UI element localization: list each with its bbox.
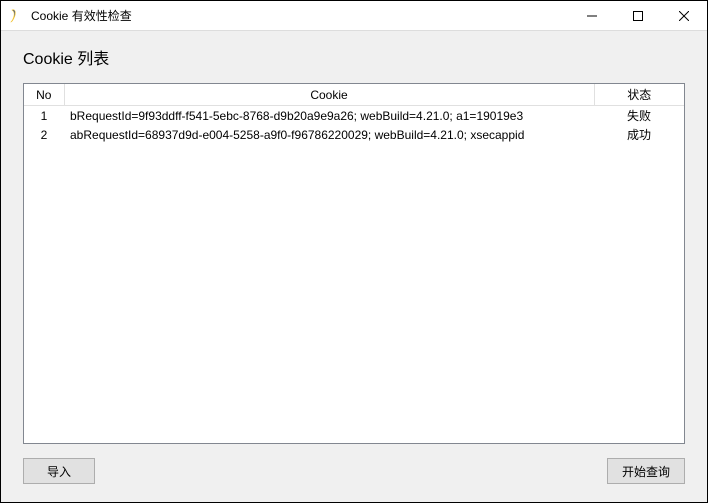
cookie-table-container: No Cookie 状态 1bRequestId=9f93ddff-f541-5…: [23, 83, 685, 444]
maximize-button[interactable]: [615, 1, 661, 30]
table-row[interactable]: 2abRequestId=68937d9d-e004-5258-a9f0-f96…: [24, 125, 684, 144]
app-icon: [9, 8, 25, 24]
col-header-cookie[interactable]: Cookie: [64, 84, 594, 106]
window-title: Cookie 有效性检查: [31, 7, 569, 24]
cell-no: 2: [24, 125, 64, 144]
content-area: Cookie 列表 No Cookie 状态 1bRequestId=9f93d…: [1, 31, 707, 502]
table-row[interactable]: 1bRequestId=9f93ddff-f541-5ebc-8768-d9b2…: [24, 106, 684, 126]
cookie-table[interactable]: No Cookie 状态 1bRequestId=9f93ddff-f541-5…: [24, 84, 684, 144]
page-title: Cookie 列表: [23, 45, 685, 69]
app-window: Cookie 有效性检查 Cookie 列表 No: [0, 0, 708, 503]
cell-status: 成功: [594, 125, 684, 144]
cell-no: 1: [24, 106, 64, 126]
titlebar: Cookie 有效性检查: [1, 1, 707, 31]
col-header-status[interactable]: 状态: [594, 84, 684, 106]
col-header-no[interactable]: No: [24, 84, 64, 106]
start-query-button[interactable]: 开始查询: [607, 458, 685, 484]
button-row: 导入 开始查询: [23, 458, 685, 484]
window-controls: [569, 1, 707, 30]
cell-cookie: abRequestId=68937d9d-e004-5258-a9f0-f967…: [64, 125, 594, 144]
cell-status: 失败: [594, 106, 684, 126]
close-button[interactable]: [661, 1, 707, 30]
import-button[interactable]: 导入: [23, 458, 95, 484]
cell-cookie: bRequestId=9f93ddff-f541-5ebc-8768-d9b20…: [64, 106, 594, 126]
minimize-button[interactable]: [569, 1, 615, 30]
